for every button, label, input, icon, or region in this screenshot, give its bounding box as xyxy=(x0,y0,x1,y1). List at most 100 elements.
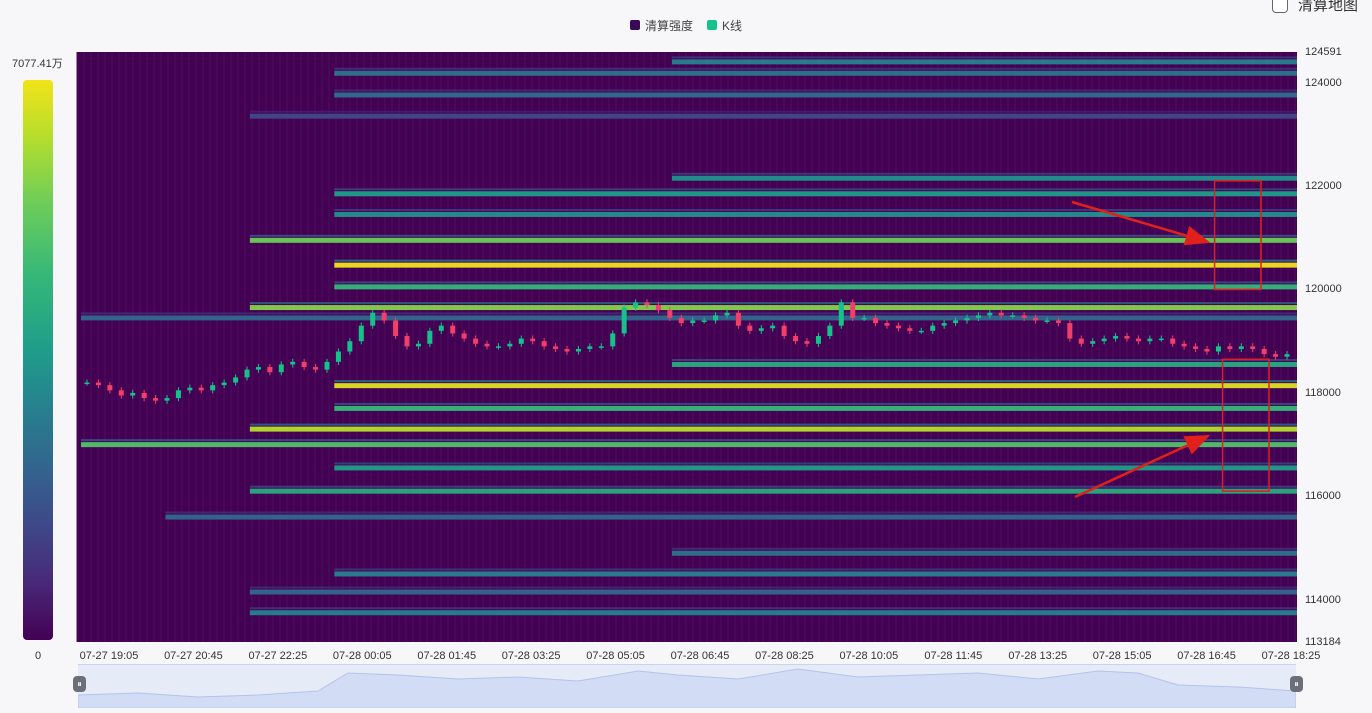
liquidation-band xyxy=(249,113,1297,119)
y-tick-label: 114000 xyxy=(1305,593,1341,606)
kline-candle xyxy=(610,333,616,347)
liquidation-band-halo xyxy=(334,89,1297,92)
kline-candle xyxy=(153,398,159,401)
liquidation-band-halo xyxy=(334,67,1297,70)
kline-candle xyxy=(861,317,867,320)
kline-candle xyxy=(1204,348,1210,352)
kline-candle xyxy=(587,346,593,349)
liquidation-band-halo xyxy=(334,380,1297,383)
kline-candle xyxy=(84,382,90,385)
liquidation-band xyxy=(334,571,1297,577)
y-tick-label: 124591 xyxy=(1305,46,1342,58)
kline-candle xyxy=(1181,343,1187,347)
kline-candle xyxy=(964,317,970,321)
liquidation-band xyxy=(334,284,1297,290)
x-tick-label: 07-27 19:05 xyxy=(79,650,139,662)
kline-candle xyxy=(164,398,170,401)
kline-candle xyxy=(530,338,536,342)
kline-candle xyxy=(198,387,204,391)
kline-candle xyxy=(713,315,719,321)
kline-candle xyxy=(884,323,890,326)
kline-candle xyxy=(770,325,776,329)
liquidation-band-halo xyxy=(249,234,1297,237)
liquidation-band-halo xyxy=(672,358,1297,361)
slider-handle-left[interactable]: ⏸ xyxy=(73,676,86,692)
kline-candle xyxy=(918,330,924,333)
x-tick-label: 07-28 13:25 xyxy=(1008,650,1068,662)
liquidation-band-halo xyxy=(249,607,1297,610)
x-tick-label: 07-28 03:25 xyxy=(501,650,561,662)
kline-candle xyxy=(404,336,410,347)
liquidation-band-halo xyxy=(249,586,1297,589)
liquidation-heatmap-chart xyxy=(76,52,1297,642)
kline-candle xyxy=(1124,336,1130,339)
kline-candle xyxy=(873,317,879,324)
kline-candle xyxy=(1273,354,1279,357)
kline-candle xyxy=(930,325,936,331)
kline-candle xyxy=(313,367,319,370)
x-tick-label: 07-28 18:25 xyxy=(1261,650,1321,662)
liquidation-band-halo xyxy=(249,485,1297,488)
y-tick-label: 120000 xyxy=(1305,283,1342,296)
slider-handle-right[interactable]: ⏸ xyxy=(1290,676,1303,692)
y-tick-label: 116000 xyxy=(1305,490,1341,503)
liquidation-band xyxy=(334,92,1297,98)
kline-candle xyxy=(255,367,261,370)
liquidation-band xyxy=(249,426,1297,432)
kline-candle xyxy=(838,302,844,326)
x-tick-label: 07-28 00:05 xyxy=(332,650,392,662)
kline-candle xyxy=(473,338,479,344)
kline-candle xyxy=(998,312,1004,316)
x-tick-label: 07-28 05:05 xyxy=(586,650,645,662)
liquidation-band xyxy=(249,610,1297,616)
kline-candle xyxy=(781,325,787,337)
kline-candle xyxy=(1215,346,1221,352)
kline-candle xyxy=(621,307,627,334)
y-tick-label: 122000 xyxy=(1305,180,1342,192)
kline-candle xyxy=(335,351,341,362)
liquidation-band-halo xyxy=(334,402,1297,405)
x-tick-label: 07-27 20:45 xyxy=(164,650,223,662)
kline-candle xyxy=(644,302,650,305)
liquidation-band xyxy=(672,175,1297,181)
liquidation-band xyxy=(334,211,1297,217)
liquidation-band xyxy=(334,465,1297,471)
kline-candle xyxy=(975,315,981,318)
kline-candle xyxy=(827,325,833,337)
liquidation-band xyxy=(334,262,1297,268)
kline-candle xyxy=(541,341,547,347)
kline-candle xyxy=(107,385,113,391)
kline-candle xyxy=(1078,338,1084,344)
kline-candle xyxy=(941,323,947,326)
kline-candle xyxy=(1147,338,1153,342)
kline-candle xyxy=(1227,346,1233,349)
kline-candle xyxy=(175,390,181,399)
kline-candle xyxy=(267,367,273,373)
liquidation-band-halo xyxy=(334,568,1297,571)
kline-candle xyxy=(793,336,799,342)
kline-candle xyxy=(678,317,684,324)
liquidation-band-halo xyxy=(334,281,1297,284)
kline-candle xyxy=(347,341,353,352)
kline-candle xyxy=(1033,317,1039,321)
liquidation-band-halo xyxy=(672,56,1297,59)
kline-candle xyxy=(507,343,513,347)
kline-candle xyxy=(850,302,856,318)
x-tick-label: 07-27 22:25 xyxy=(248,650,308,662)
x-tick-label: 07-28 15:05 xyxy=(1092,650,1152,662)
kline-candle xyxy=(747,325,753,331)
kline-candle xyxy=(518,338,524,344)
liquidation-band xyxy=(334,191,1297,197)
kline-candle xyxy=(815,336,821,344)
kline-candle xyxy=(553,346,559,349)
kline-candle xyxy=(1113,336,1119,339)
x-tick-label: 07-28 10:05 xyxy=(839,650,899,662)
kline-candle xyxy=(1284,354,1290,357)
kline-candle xyxy=(1238,346,1244,349)
kline-candle xyxy=(370,312,376,326)
liquidation-band xyxy=(334,383,1297,389)
kline-candle xyxy=(141,392,147,399)
time-range-slider[interactable] xyxy=(77,664,1297,709)
kline-candle xyxy=(598,346,604,348)
y-tick-label: 118000 xyxy=(1305,386,1341,399)
